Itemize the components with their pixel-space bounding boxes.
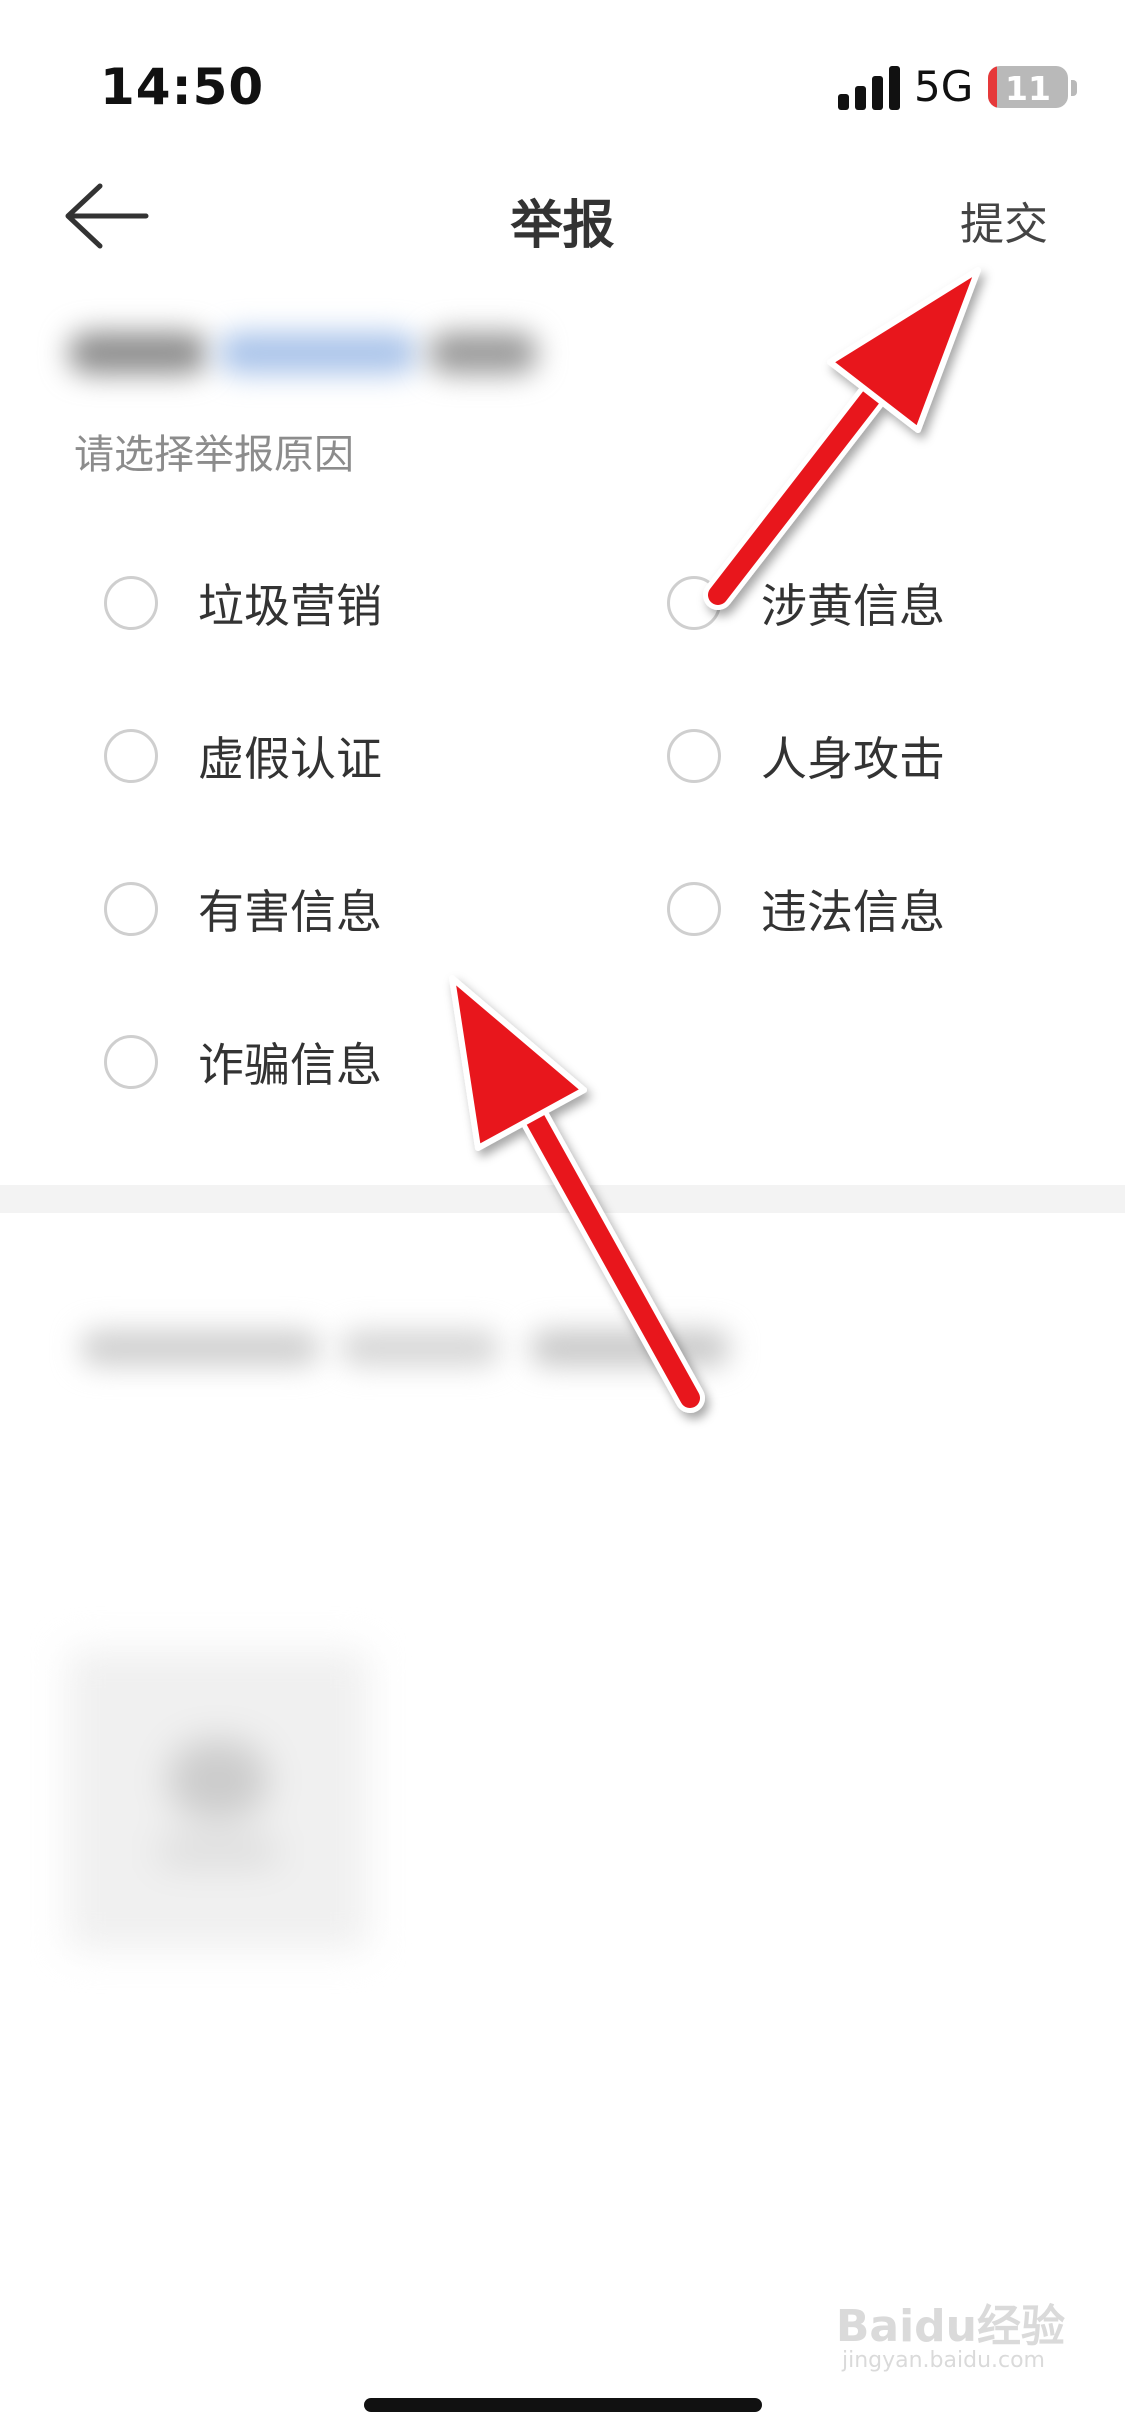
submit-button[interactable]: 提交	[960, 188, 1048, 252]
description-input-blurred[interactable]	[70, 1320, 830, 1380]
radio-button[interactable]	[667, 576, 721, 630]
reason-option[interactable]: 垃圾营销	[104, 563, 484, 643]
watermark-logo: Baidu经验	[835, 2301, 1065, 2352]
radio-button[interactable]	[104, 1035, 158, 1089]
camera-icon	[168, 1740, 268, 1820]
reason-option[interactable]: 有害信息	[104, 869, 484, 949]
radio-button[interactable]	[104, 729, 158, 783]
reason-option[interactable]: 人身攻击	[667, 716, 1047, 796]
network-type: 5G	[914, 62, 974, 111]
reason-label: 诈骗信息	[198, 1038, 382, 1092]
reason-label: 垃圾营销	[198, 579, 382, 633]
page-title: 举报	[510, 196, 615, 256]
battery-percent: 11	[1005, 69, 1051, 108]
arrow-annotation	[703, 267, 981, 610]
signal-strength-icon	[838, 66, 900, 110]
reason-label: 人身攻击	[761, 732, 945, 786]
battery-icon: 11	[988, 66, 1068, 108]
radio-button[interactable]	[667, 729, 721, 783]
reason-option[interactable]: 虚假认证	[104, 716, 484, 796]
status-time: 14:50	[100, 58, 265, 116]
reason-label: 有害信息	[198, 885, 382, 939]
reason-option[interactable]: 诈骗信息	[104, 1022, 484, 1102]
section-divider	[0, 1185, 1125, 1213]
reason-label: 涉黄信息	[761, 579, 945, 633]
upload-caption	[158, 1840, 278, 1864]
reason-label: 虚假认证	[198, 732, 382, 786]
radio-button[interactable]	[667, 882, 721, 936]
radio-button[interactable]	[104, 576, 158, 630]
reason-label: 违法信息	[761, 885, 945, 939]
reason-option[interactable]: 违法信息	[667, 869, 1047, 949]
reported-content-preview	[58, 312, 558, 392]
watermark-url: jingyan.baidu.com	[841, 2348, 1045, 2373]
reason-prompt: 请选择举报原因	[74, 432, 354, 478]
image-upload-box[interactable]	[68, 1650, 368, 1950]
battery-tip	[1071, 80, 1077, 96]
radio-button[interactable]	[104, 882, 158, 936]
home-indicator[interactable]	[364, 2398, 762, 2412]
reason-option[interactable]: 涉黄信息	[667, 563, 1047, 643]
